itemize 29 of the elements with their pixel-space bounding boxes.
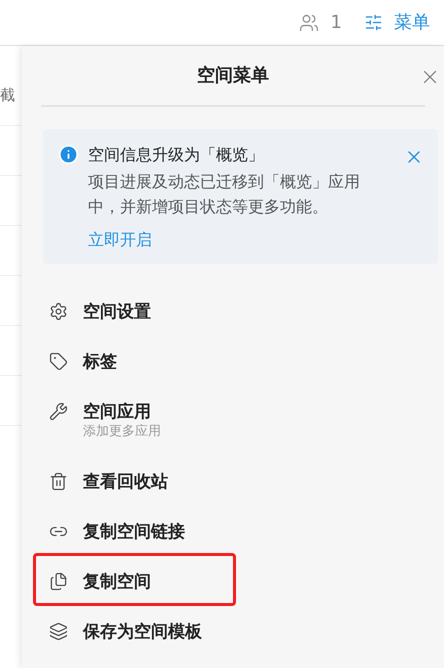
members-icon[interactable]	[298, 12, 319, 32]
menu-item-label: 复制空间	[83, 571, 151, 593]
notice-text: 项目进展及动态已迁移到「概览」应用中，并新增项目状态等更多功能。	[88, 171, 361, 218]
members-count: 1	[330, 11, 342, 35]
panel-title: 空间菜单	[197, 64, 269, 88]
trash-icon	[49, 472, 68, 491]
menu-item-subtitle: 添加更多应用	[83, 423, 161, 441]
sliders-icon	[364, 13, 383, 32]
menu-item[interactable]: 空间设置	[36, 286, 239, 333]
wrench-icon	[49, 402, 68, 421]
menu-item-label: 空间设置	[83, 301, 151, 323]
layers-icon	[49, 622, 68, 641]
copy-icon	[49, 572, 68, 591]
gear-icon	[49, 302, 68, 321]
table-cell-text: 截	[0, 85, 15, 106]
menu-item[interactable]: 查看回收站	[36, 456, 239, 503]
menu-item[interactable]: 空间应用 添加更多应用	[36, 386, 239, 451]
tag-icon	[49, 352, 68, 371]
notice-title: 空间信息升级为「概览」	[88, 144, 265, 166]
menu-item-label: 查看回收站	[83, 471, 168, 493]
menu-item-label: 空间应用	[83, 401, 152, 423]
menu-item-label: 标签	[83, 351, 117, 373]
menu-item-label: 复制空间链接	[83, 521, 185, 543]
menu-item[interactable]: 标签	[36, 336, 239, 383]
menu-item[interactable]: 保存为空间模板	[36, 606, 239, 653]
menu-item[interactable]: 复制空间链接	[36, 506, 239, 553]
menu-item[interactable]: 复制空间	[33, 553, 236, 606]
menu-item-label: 保存为空间模板	[83, 621, 202, 643]
info-icon	[58, 144, 79, 165]
